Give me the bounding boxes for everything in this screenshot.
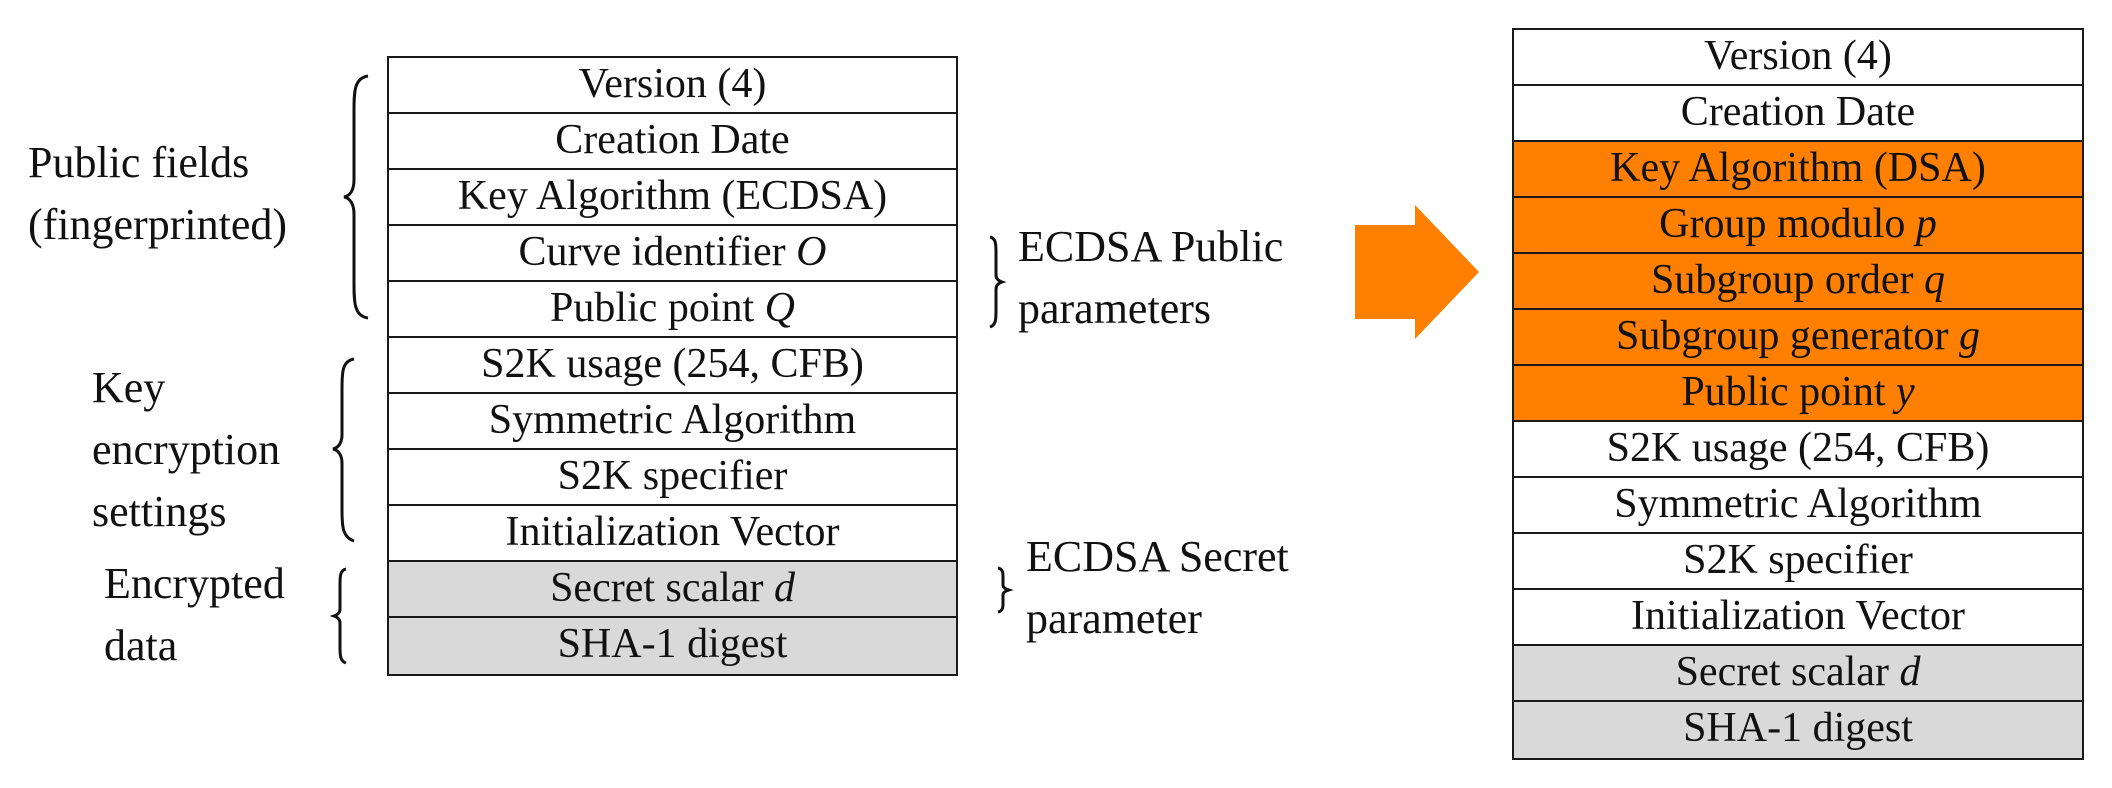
field-label: SHA-1 digest [1683, 705, 1913, 751]
field-label: Creation Date [1680, 89, 1916, 135]
key-encryption-settings-label: Key encryption settings [92, 357, 280, 543]
field-label: Subgroup generator [1616, 313, 1959, 359]
field-label: Initialization Vector [1631, 593, 1965, 639]
field-label: Key Algorithm (ECDSA) [457, 173, 888, 219]
packet-field: S2K specifier [1514, 534, 2082, 590]
field-label: Group modulo [1659, 201, 1916, 247]
field-label: Version (4) [578, 61, 767, 107]
ecdsa-public-parameters-label: ECDSA Public parameters [1018, 216, 1283, 340]
field-variable: d [773, 565, 795, 611]
field-variable: p [1915, 201, 1937, 247]
packet-field: Symmetric Algorithm [1514, 478, 2082, 534]
ecdsa-public-brace-icon [989, 235, 1007, 329]
field-label: SHA-1 digest [557, 621, 788, 667]
field-label: Initialization Vector [505, 509, 840, 555]
field-label: S2K specifier [557, 453, 788, 499]
field-label: S2K usage (254, CFB) [1606, 425, 1990, 471]
public-fields-brace-icon [343, 74, 369, 320]
packet-field: Initialization Vector [389, 506, 956, 562]
public-fields-label-line2: (fingerprinted) [28, 200, 287, 249]
field-variable: q [1923, 257, 1945, 303]
field-label: Subgroup order [1651, 257, 1924, 303]
packet-field: Public point Q [389, 282, 956, 338]
packet-field: Secret scalar d [389, 562, 956, 618]
packet-field: Public point y [1514, 366, 2082, 422]
packet-field: S2K specifier [389, 450, 956, 506]
key-encryption-label-line3: settings [92, 487, 227, 536]
packet-field: S2K usage (254, CFB) [1514, 422, 2082, 478]
field-variable: Q [764, 285, 796, 331]
packet-field: S2K usage (254, CFB) [389, 338, 956, 394]
encrypted-data-label-line1: Encrypted [104, 559, 285, 608]
field-label: Public point [549, 285, 765, 331]
packet-field: Subgroup generator g [1514, 310, 2082, 366]
key-encryption-label-line1: Key [92, 363, 166, 412]
packet-field: Key Algorithm (ECDSA) [389, 170, 956, 226]
field-variable: O [796, 229, 827, 275]
packet-field: Secret scalar d [1514, 646, 2082, 702]
field-label: Symmetric Algorithm [488, 397, 857, 443]
field-label: Public point [1681, 369, 1897, 415]
key-encryption-label-line2: encryption [92, 425, 281, 474]
field-label: Secret scalar [550, 565, 774, 611]
packet-field: Creation Date [1514, 86, 2082, 142]
packet-field: SHA-1 digest [389, 618, 956, 674]
packet-field: SHA-1 digest [1514, 702, 2082, 758]
field-label: Secret scalar [1675, 649, 1900, 695]
packet-field: Initialization Vector [1514, 590, 2082, 646]
field-label: S2K usage (254, CFB) [481, 341, 864, 387]
ecdsa-secret-label-line1: ECDSA Secret [1026, 532, 1289, 581]
packet-field: Symmetric Algorithm [389, 394, 956, 450]
key-encryption-brace-icon [332, 357, 355, 543]
public-fields-label: Public fields (fingerprinted) [28, 132, 287, 256]
field-label: Symmetric Algorithm [1614, 481, 1982, 527]
packet-field: Group modulo p [1514, 198, 2082, 254]
ecdsa-public-label-line1: ECDSA Public [1018, 222, 1284, 271]
field-label: Creation Date [555, 117, 790, 163]
field-variable: g [1958, 313, 1980, 359]
ecdsa-public-label-line2: parameters [1018, 284, 1211, 333]
field-label: S2K specifier [1683, 537, 1913, 583]
packet-field: Key Algorithm (DSA) [1514, 142, 2082, 198]
field-variable: y [1896, 369, 1915, 415]
dsa-key-packet: Version (4) Creation Date Key Algorithm (D… [1512, 28, 2084, 760]
packet-field: Curve identifier O [389, 226, 956, 282]
ecdsa-key-packet: Version (4) Creation Date Key Algorithm (E… [387, 56, 958, 676]
packet-field: Version (4) [389, 58, 956, 114]
right-arrow-icon [1355, 205, 1479, 339]
field-label: Curve identifier [518, 229, 797, 275]
public-fields-label-line1: Public fields [28, 138, 250, 187]
field-variable: d [1899, 649, 1921, 695]
ecdsa-secret-label-line2: parameter [1026, 594, 1202, 643]
field-label: Key Algorithm (DSA) [1610, 145, 1986, 191]
field-label: Version (4) [1704, 33, 1892, 79]
packet-field: Creation Date [389, 114, 956, 170]
ecdsa-secret-parameter-label: ECDSA Secret parameter [1026, 526, 1289, 650]
packet-field: Subgroup order q [1514, 254, 2082, 310]
ecdsa-secret-brace-icon [997, 566, 1014, 614]
encrypted-data-label-line2: data [104, 621, 178, 670]
encrypted-data-label: Encrypted data [104, 553, 285, 677]
encrypted-data-brace-icon [330, 567, 347, 665]
packet-field: Version (4) [1514, 30, 2082, 86]
